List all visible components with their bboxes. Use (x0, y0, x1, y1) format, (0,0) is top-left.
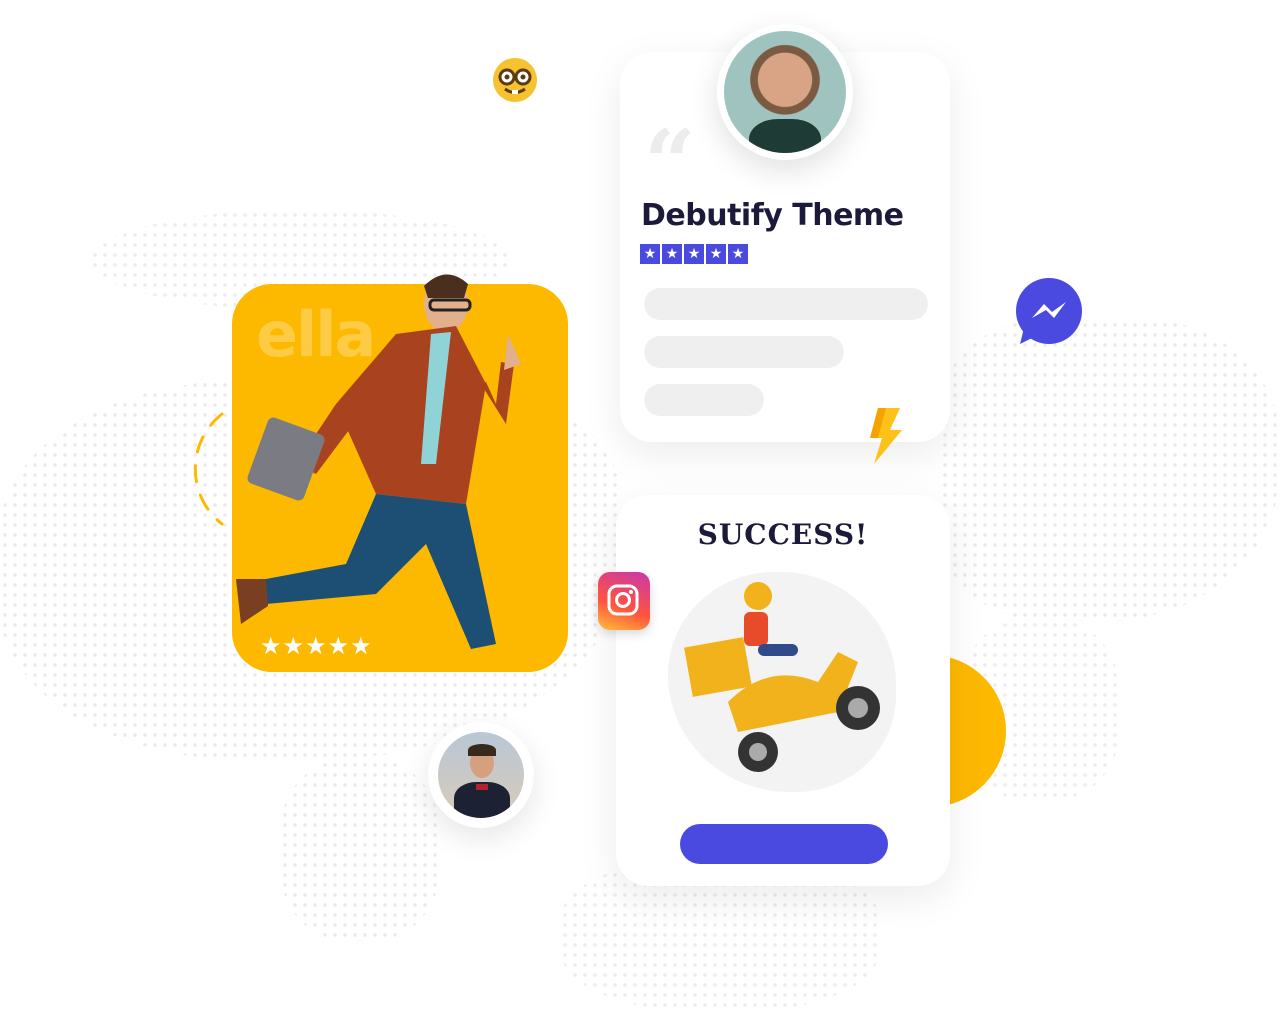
star-icon: ★ (350, 632, 372, 660)
review-title: Debutify Theme (641, 198, 904, 233)
world-map-dots (940, 320, 1280, 620)
jumping-man-illustration (236, 274, 521, 649)
success-action-button[interactable] (680, 824, 888, 864)
text-placeholder-line (644, 384, 764, 416)
hero-star-rating: ★★★★★ (260, 632, 373, 660)
star-icon: ★ (282, 632, 305, 660)
quote-mark-icon: “ (644, 110, 696, 216)
star-icon: ★ (662, 244, 682, 264)
lightning-bolt-icon (864, 406, 906, 470)
instagram-icon[interactable] (598, 572, 650, 630)
messenger-icon[interactable] (1014, 276, 1084, 352)
nerd-face-emoji-icon (491, 56, 539, 104)
reviewer-avatar (717, 24, 853, 160)
text-placeholder-line (644, 288, 928, 320)
star-icon: ★ (706, 244, 726, 264)
hero-card: ella ★★★★★ (232, 274, 568, 672)
world-map-dots (280, 760, 440, 940)
star-icon: ★ (305, 632, 327, 660)
customer-avatar (428, 722, 534, 828)
star-icon: ★ (640, 244, 660, 264)
text-placeholder-line (644, 336, 844, 368)
delivery-scooter-illustration (668, 572, 896, 792)
success-title: SUCCESS! (697, 518, 869, 551)
star-icon: ★ (260, 632, 282, 660)
star-icon: ★ (327, 632, 350, 660)
star-icon: ★ (684, 244, 704, 264)
star-icon: ★ (728, 244, 748, 264)
review-star-rating: ★ ★ ★ ★ ★ (640, 244, 750, 264)
